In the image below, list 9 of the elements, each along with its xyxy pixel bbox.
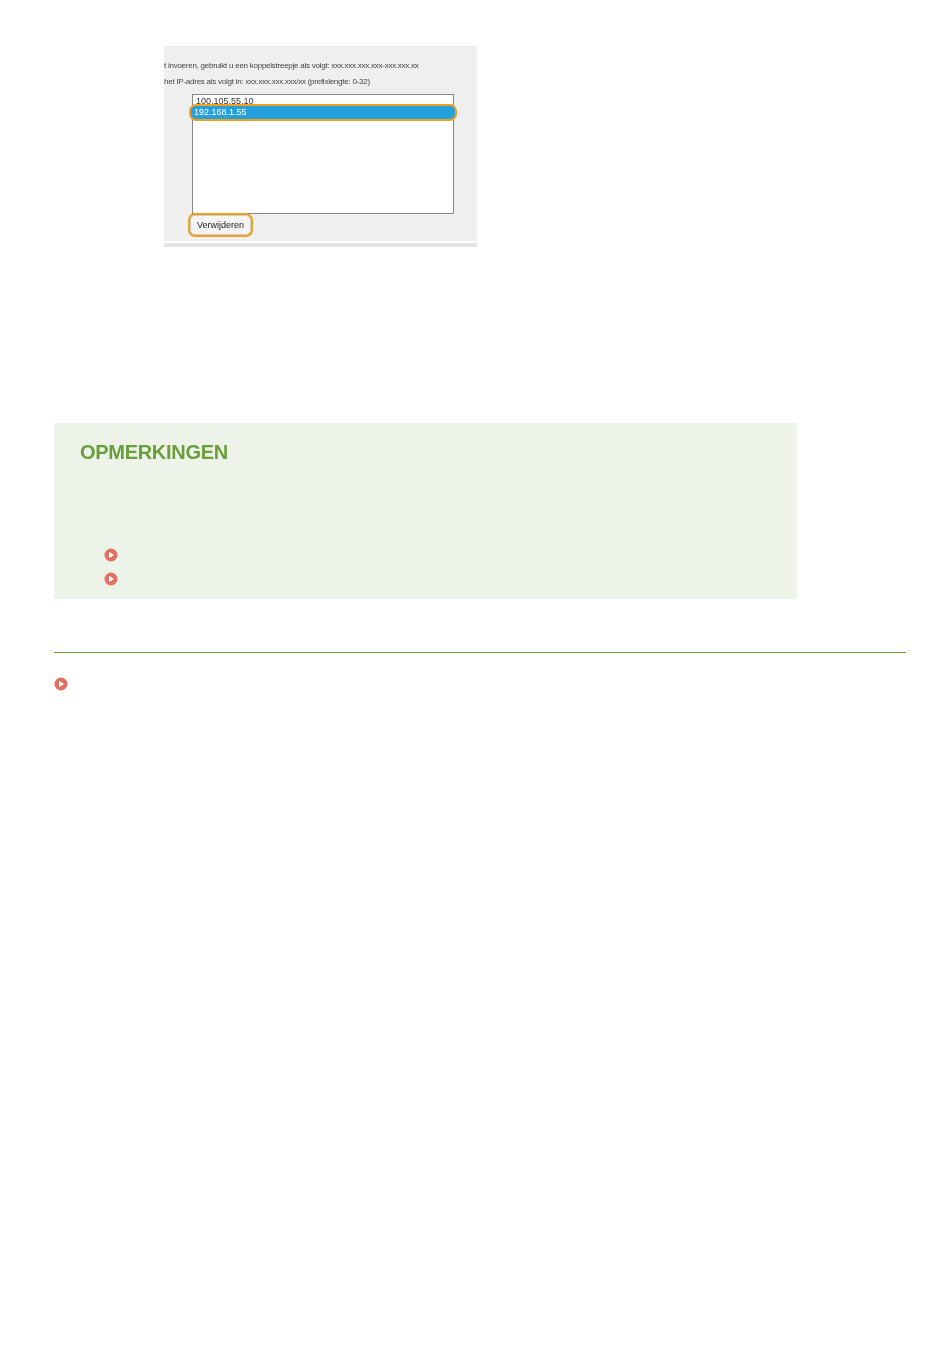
- play-circle-icon[interactable]: [104, 548, 118, 562]
- address-list-item[interactable]: 100.105.55.10: [193, 95, 453, 106]
- notes-heading: OPMERKINGEN: [80, 441, 229, 464]
- delete-button[interactable]: Verwijderen: [190, 215, 252, 235]
- play-circle-icon[interactable]: [104, 572, 118, 586]
- instruction-text: het IP-adres als volgt in: xxx.xxx.xxx.xxx/xx (prefixlengte: 0-32): [164, 76, 371, 88]
- instruction-text: t invoeren, gebruikt u een koppelstreepje als volgt: xxx.xxx.xxx.xxx-xxx.xxx.xx: [164, 60, 420, 72]
- address-listbox[interactable]: 100.105.55.10 192.168.1.55: [192, 94, 454, 214]
- play-circle-icon[interactable]: [54, 677, 68, 691]
